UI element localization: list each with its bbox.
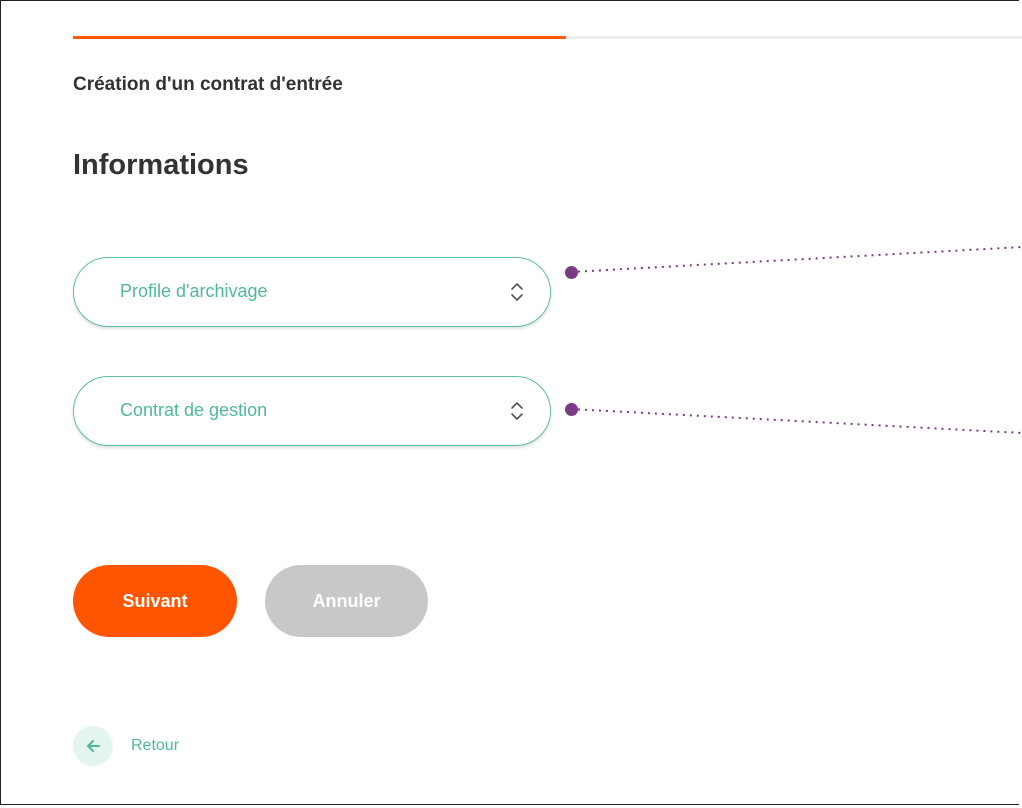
back-button[interactable] bbox=[73, 726, 113, 766]
back-link[interactable]: Retour bbox=[73, 726, 179, 766]
annotation-line-profile bbox=[570, 246, 1022, 273]
next-button[interactable]: Suivant bbox=[73, 565, 237, 637]
annotation-line-contract bbox=[570, 408, 1022, 434]
cancel-button[interactable]: Annuler bbox=[265, 565, 428, 637]
annotation-dot-profile bbox=[565, 266, 578, 279]
back-label: Retour bbox=[131, 737, 180, 754]
arrow-left-icon bbox=[87, 740, 100, 752]
annotation-lines bbox=[570, 246, 1022, 434]
annotation-dot-contract bbox=[565, 403, 578, 416]
